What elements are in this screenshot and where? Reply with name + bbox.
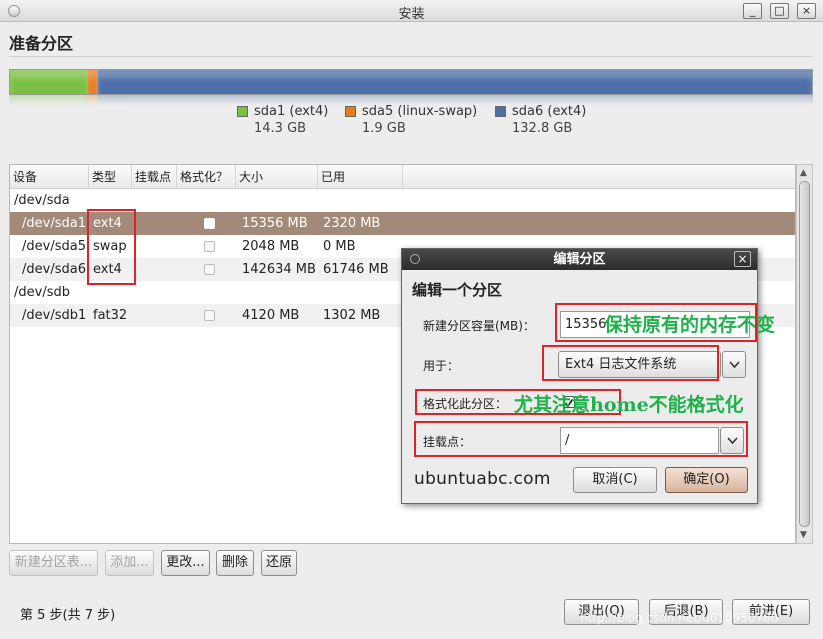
column-header-used[interactable]: 已用 <box>318 165 403 189</box>
scroll-up-icon[interactable]: ▲ <box>800 168 807 178</box>
partition-segment-0 <box>9 95 87 105</box>
legend-size: 1.9 GB <box>362 121 406 136</box>
format-checkbox[interactable] <box>204 264 215 275</box>
legend-swatch-sda1 <box>237 106 248 117</box>
dialog-menu-icon[interactable] <box>410 254 420 264</box>
format-checkbox[interactable] <box>204 218 215 229</box>
size-label: 新建分区容量(MB)： <box>423 319 535 333</box>
column-header-size[interactable]: 大小 <box>236 165 318 189</box>
used-cell: 2320 MB <box>323 216 381 231</box>
revert-button[interactable]: 还原 <box>261 550 297 576</box>
legend-name: sda1 (ext4) <box>254 104 329 119</box>
legend-swatch-sda5 <box>345 106 356 117</box>
legend-size: 132.8 GB <box>512 121 573 136</box>
dialog-close-button[interactable]: × <box>734 251 751 267</box>
table-scrollbar[interactable]: ▲ ▼ <box>796 164 813 544</box>
site-watermark: ubuntuabc.com <box>414 469 551 489</box>
filesystem-highlight-box <box>542 345 719 381</box>
new-partition-table-button[interactable]: 新建分区表... <box>9 550 98 576</box>
keep-size-annotation: 保持原有的内存不变 <box>604 314 776 336</box>
used-cell: 1302 MB <box>323 308 381 323</box>
filesystem-dropdown-button[interactable] <box>722 351 746 378</box>
legend-name: sda5 (linux-swap) <box>362 104 478 119</box>
use-as-label: 用于： <box>423 359 460 373</box>
step-indicator: 第 5 步(共 7 步) <box>20 608 116 623</box>
type-highlight-box <box>87 209 136 285</box>
change-partition-button[interactable]: 更改... <box>161 550 210 576</box>
minimize-button[interactable]: _ <box>743 3 762 19</box>
size-cell: 2048 MB <box>242 239 300 254</box>
device-cell: /dev/sda6 <box>22 262 86 277</box>
dialog-cancel-button[interactable]: 取消(C) <box>573 467 657 493</box>
maximize-button[interactable]: □ <box>770 3 789 19</box>
format-checkbox[interactable] <box>204 310 215 321</box>
scroll-down-icon[interactable]: ▼ <box>800 530 807 540</box>
column-header-type[interactable]: 类型 <box>89 165 132 189</box>
partition-segment-1 <box>87 70 98 94</box>
column-header-mount[interactable]: 挂载点 <box>132 165 177 189</box>
mount-highlight-box <box>414 421 748 457</box>
column-header-format[interactable]: 格式化？ <box>177 165 236 189</box>
used-cell: 61746 MB <box>323 262 389 277</box>
partition-segment-0 <box>10 70 88 94</box>
window-titlebar: 安装 _ □ × <box>0 0 823 22</box>
device-cell: /dev/sda5 <box>22 239 86 254</box>
dialog-title: 编辑分区 <box>402 249 757 270</box>
table-header: 设备 类型 挂载点 格式化？ 大小 已用 <box>10 165 795 189</box>
column-header-device[interactable]: 设备 <box>10 165 89 189</box>
window-title: 安装 <box>398 7 425 22</box>
partition-bar <box>9 69 813 95</box>
legend-swatch-sda6 <box>495 106 506 117</box>
partition-segment-2 <box>97 70 812 94</box>
close-button[interactable]: × <box>797 3 816 19</box>
device-cell: /dev/sda <box>14 193 70 208</box>
size-cell: 15356 MB <box>242 216 308 231</box>
chevron-down-icon <box>729 361 740 369</box>
legend-size: 14.3 GB <box>254 121 307 136</box>
device-cell: /dev/sdb <box>14 285 70 300</box>
home-format-annotation: 尤其注意home不能格式化 <box>514 394 744 416</box>
heading-divider <box>9 56 813 57</box>
page-title: 准备分区 <box>9 34 74 53</box>
type-cell: fat32 <box>93 308 128 323</box>
partition-segment-1 <box>86 95 98 105</box>
legend-name: sda6 (ext4) <box>512 104 587 119</box>
watermark: http://blog.csdn.net/u010950780 <box>580 611 779 625</box>
dialog-heading: 编辑一个分区 <box>412 281 503 299</box>
used-cell: 0 MB <box>323 239 356 254</box>
dialog-ok-button[interactable]: 确定(O) <box>665 467 748 493</box>
format-checkbox[interactable] <box>204 241 215 252</box>
add-partition-button[interactable]: 添加... <box>105 550 154 576</box>
device-cell: /dev/sda1 <box>22 216 86 231</box>
size-cell: 142634 MB <box>242 262 316 277</box>
device-cell: /dev/sdb1 <box>22 308 87 323</box>
size-cell: 4120 MB <box>242 308 300 323</box>
delete-partition-button[interactable]: 删除 <box>216 550 254 576</box>
scroll-thumb[interactable] <box>799 181 810 527</box>
